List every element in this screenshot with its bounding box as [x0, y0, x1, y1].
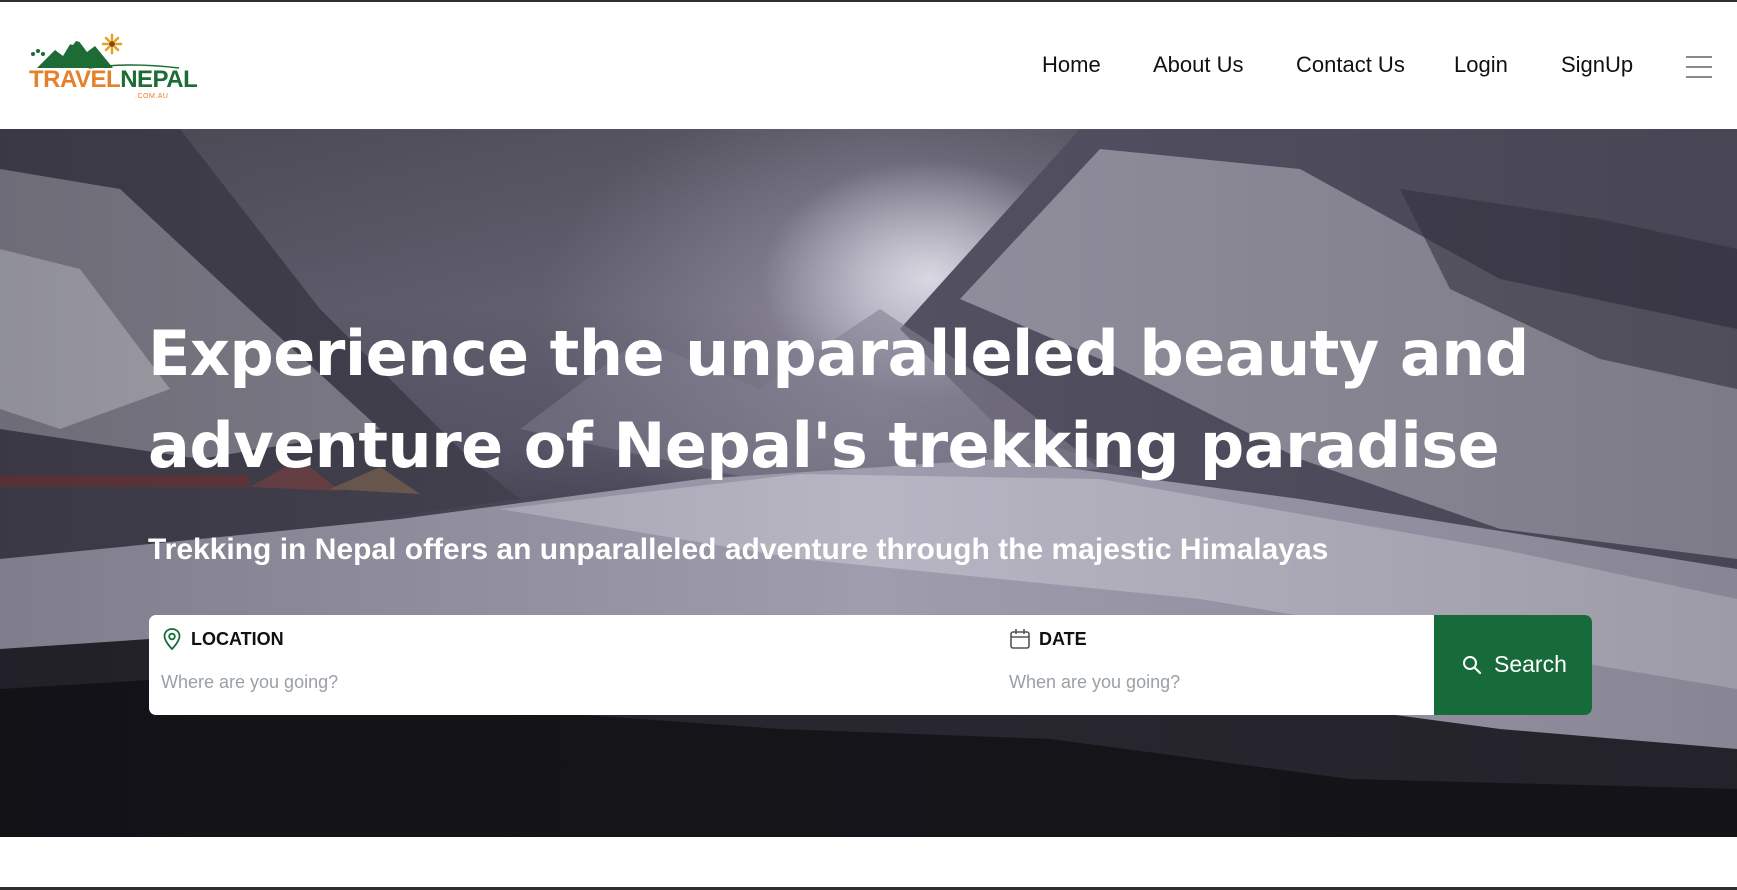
nav-signup[interactable]: SignUp — [1561, 52, 1633, 78]
logo-wordmark: TRAVELNEPAL — [29, 66, 198, 93]
site-logo[interactable]: TRAVELNEPAL .COM.AU — [29, 32, 198, 102]
map-pin-icon — [163, 628, 181, 651]
nav-login[interactable]: Login — [1454, 52, 1508, 78]
location-label: LOCATION — [191, 629, 284, 649]
location-input[interactable] — [159, 667, 981, 697]
hamburger-menu-icon[interactable] — [1686, 56, 1712, 78]
hero-subtitle: Trekking in Nepal offers an unparalleled… — [148, 533, 1329, 566]
date-label: DATE — [1039, 629, 1087, 649]
calendar-icon — [1010, 629, 1030, 649]
nav-about-us[interactable]: About Us — [1153, 52, 1244, 78]
nav-contact-us[interactable]: Contact Us — [1296, 52, 1405, 78]
hero-section: Experience the unparalleled beauty and a… — [0, 129, 1737, 837]
search-form: LOCATION DATE Search — [149, 615, 1592, 715]
nav-home[interactable]: Home — [1042, 52, 1101, 78]
logo-nepal-text: NEPAL — [120, 66, 198, 93]
date-input[interactable] — [1007, 667, 1418, 697]
logo-travel-text: TRAVEL — [29, 66, 121, 93]
site-header: TRAVELNEPAL .COM.AU Home About Us Contac… — [0, 2, 1737, 129]
date-field: DATE — [997, 615, 1434, 715]
search-button[interactable]: Search — [1434, 615, 1592, 715]
location-field: LOCATION — [149, 615, 997, 715]
hero-title: Experience the unparalleled beauty and a… — [148, 317, 1529, 482]
search-icon — [1463, 656, 1482, 675]
search-button-label: Search — [1494, 651, 1567, 677]
logo-domain-text: .COM.AU — [135, 93, 169, 100]
